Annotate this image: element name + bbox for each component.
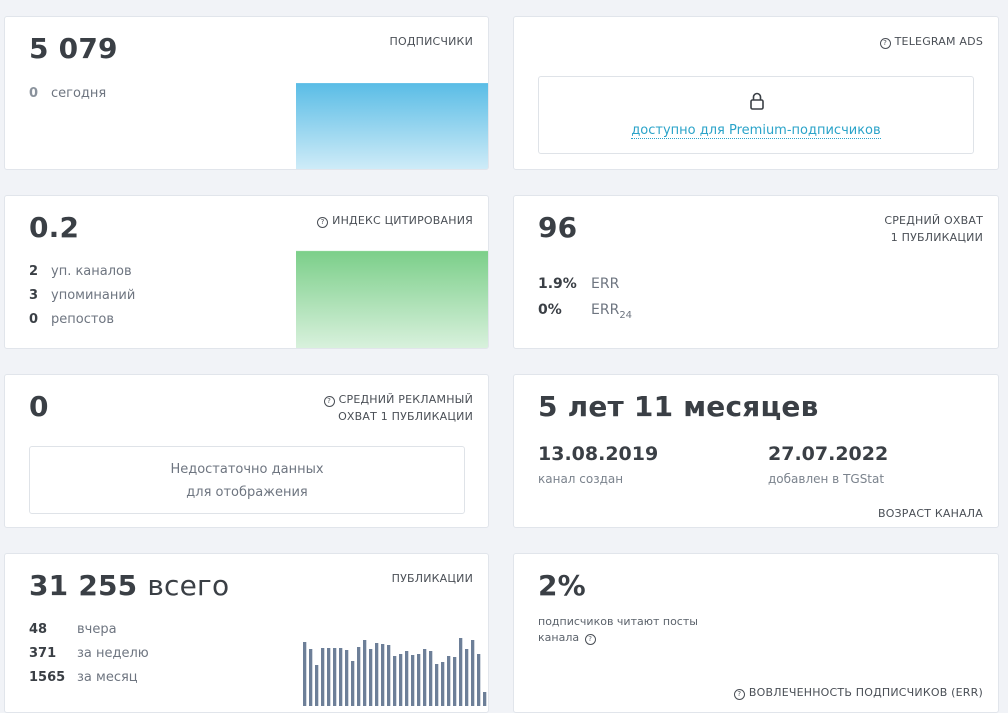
added-label: добавлен в TGStat [768, 472, 885, 486]
channel-age-label: ВОЗРАСТ КАНАЛА [877, 507, 983, 520]
publication-bar[interactable] [393, 656, 397, 706]
publication-bar[interactable] [471, 640, 475, 706]
publications-chart [303, 638, 487, 706]
engagement-text: подписчиков читают посты канала ? [538, 615, 698, 645]
publication-bar[interactable] [399, 654, 403, 706]
ad-reach-label: ? СРЕДНИЙ РЕКЛАМНЫЙ ОХВАТ 1 ПУБЛИКАЦИИ [323, 391, 473, 425]
citation-chart-area [296, 251, 488, 348]
help-icon[interactable]: ? [317, 217, 329, 228]
ad-reach-value: 0 [29, 390, 49, 423]
publication-bar[interactable] [303, 642, 307, 706]
publication-bar[interactable] [405, 651, 409, 706]
publication-bar[interactable] [429, 651, 433, 706]
publication-bar[interactable] [321, 648, 325, 706]
subscribers-card: 5 079 ПОДПИСЧИКИ 0 сегодня [4, 16, 489, 170]
publication-bar[interactable] [387, 645, 391, 706]
help-icon[interactable]: ? [323, 396, 335, 407]
publication-bar[interactable] [411, 655, 415, 706]
citation-stat-mentions: 3 упоминаний [29, 288, 136, 303]
help-icon[interactable]: ? [584, 634, 596, 645]
pub-stat-month: 1565 за месяц [29, 670, 138, 685]
publication-bar[interactable] [363, 640, 367, 706]
publication-bar[interactable] [447, 656, 451, 706]
citation-chart [296, 250, 488, 348]
avg-reach-value: 96 [538, 211, 578, 244]
publication-bar[interactable] [375, 643, 379, 706]
engagement-value: 2% [538, 569, 586, 602]
err24-stat: 0% ERR24 [538, 302, 633, 321]
pub-stat-week: 371 за неделю [29, 646, 149, 661]
citation-label: ? ИНДЕКС ЦИТИРОВАНИЯ [317, 212, 473, 229]
telegram-ads-card: ? TELEGRAM ADS доступно для Premium-подпи… [513, 16, 999, 170]
engagement-label: ? ВОВЛЕЧЕННОСТЬ ПОДПИСЧИКОВ (ERR) [733, 684, 983, 701]
channel-age-card: 5 лет 11 месяцев 13.08.2019 канал создан… [513, 374, 999, 528]
help-icon[interactable]: ? [879, 38, 891, 49]
no-data-box: Недостаточно данных для отображения [29, 446, 465, 514]
pub-stat-yesterday: 48 вчера [29, 622, 117, 637]
publication-bar[interactable] [459, 638, 463, 706]
help-icon[interactable]: ? [733, 689, 745, 700]
subscribers-chart [296, 83, 488, 169]
publication-bar[interactable] [315, 665, 319, 706]
publication-bar[interactable] [417, 654, 421, 706]
publication-bar[interactable] [357, 647, 361, 706]
created-label: канал создан [538, 472, 624, 486]
channel-age-value: 5 лет 11 месяцев [538, 390, 819, 423]
publication-bar[interactable] [441, 662, 445, 706]
publication-bar[interactable] [351, 661, 355, 706]
today-label: сегодня [51, 86, 107, 101]
citation-card: 0.2 ? ИНДЕКС ЦИТИРОВАНИЯ 2 уп. каналов 3 уп… [4, 195, 489, 349]
subscribers-label: ПОДПИСЧИКИ [389, 35, 473, 48]
publication-bar[interactable] [423, 649, 427, 706]
citation-index: 0.2 [29, 211, 80, 244]
publication-bar[interactable] [477, 654, 481, 706]
publications-label: ПУБЛИКАЦИИ [391, 572, 473, 585]
avg-reach-label: СРЕДНИЙ ОХВАТ 1 ПУБЛИКАЦИИ [884, 214, 983, 244]
publication-bar[interactable] [327, 648, 331, 706]
avg-reach-card: 96 СРЕДНИЙ ОХВАТ 1 ПУБЛИКАЦИИ 1.9% ERR 0%… [513, 195, 999, 349]
publication-bar[interactable] [345, 650, 349, 706]
publications-total: 31 255 всего [29, 569, 230, 602]
publication-bar[interactable] [309, 649, 313, 706]
premium-box: доступно для Premium-подписчиков [538, 76, 974, 154]
publication-bar[interactable] [465, 649, 469, 706]
engagement-card: 2% подписчиков читают посты канала ? ? ВО… [513, 553, 999, 713]
added-date: 27.07.2022 [768, 443, 889, 465]
subscribers-count: 5 079 [29, 32, 118, 65]
today-count: 0 [29, 86, 39, 101]
citation-stat-channels: 2 уп. каналов [29, 264, 132, 279]
publication-bar[interactable] [333, 648, 337, 706]
subscribers-chart-area [296, 84, 488, 169]
publication-bar[interactable] [435, 664, 439, 706]
publication-bar[interactable] [483, 692, 487, 706]
publication-bar[interactable] [453, 657, 457, 706]
subscribers-today: 0 сегодня [29, 86, 106, 101]
ad-reach-card: 0 ? СРЕДНИЙ РЕКЛАМНЫЙ ОХВАТ 1 ПУБЛИКАЦИИ … [4, 374, 489, 528]
publication-bar[interactable] [339, 648, 343, 706]
err-stat: 1.9% ERR [538, 276, 620, 292]
publication-bar[interactable] [369, 649, 373, 706]
publication-bar[interactable] [381, 644, 385, 706]
publications-card: 31 255 всего ПУБЛИКАЦИИ 48 вчера 371 за не… [4, 553, 489, 713]
telegram-ads-label: ? TELEGRAM ADS [879, 33, 983, 50]
lock-icon [750, 92, 764, 110]
created-date: 13.08.2019 [538, 443, 659, 465]
citation-stat-reposts: 0 репостов [29, 312, 115, 327]
premium-link[interactable]: доступно для Premium-подписчиков [631, 123, 881, 139]
